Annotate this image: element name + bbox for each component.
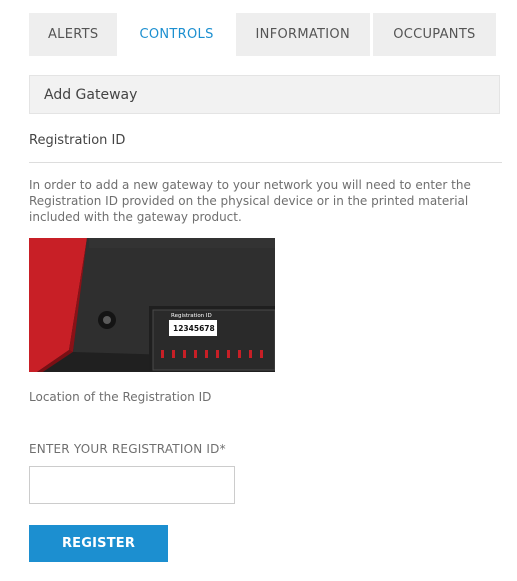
section-header: Add Gateway — [29, 75, 500, 114]
tab-alerts[interactable]: ALERTS — [29, 13, 118, 56]
tab-occupants[interactable]: OCCUPANTS — [372, 13, 496, 56]
image-label-value: 12345678 — [173, 324, 215, 333]
tab-label: CONTROLS — [139, 27, 214, 42]
registration-id-input[interactable] — [29, 466, 235, 504]
gateway-device-image: Registration ID 12345678 — [29, 238, 275, 372]
tab-label: INFORMATION — [255, 27, 350, 42]
tab-label: OCCUPANTS — [393, 27, 476, 42]
registration-heading: Registration ID — [29, 133, 126, 148]
gateway-device-illustration: Registration ID 12345678 — [29, 238, 275, 372]
tab-controls[interactable]: CONTROLS — [120, 13, 233, 56]
tab-information[interactable]: INFORMATION — [235, 13, 370, 56]
instructions-text: In order to add a new gateway to your ne… — [29, 178, 471, 224]
section-title: Add Gateway — [44, 86, 138, 103]
tab-bar: ALERTS CONTROLS INFORMATION OCCUPANTS — [29, 13, 496, 56]
tab-label: ALERTS — [47, 27, 99, 42]
divider — [29, 162, 502, 163]
register-button[interactable]: REGISTER — [29, 525, 168, 562]
registration-field-label: ENTER YOUR REGISTRATION ID* — [29, 442, 226, 456]
image-label-title: Registration ID — [171, 313, 212, 319]
image-caption: Location of the Registration ID — [29, 390, 212, 404]
